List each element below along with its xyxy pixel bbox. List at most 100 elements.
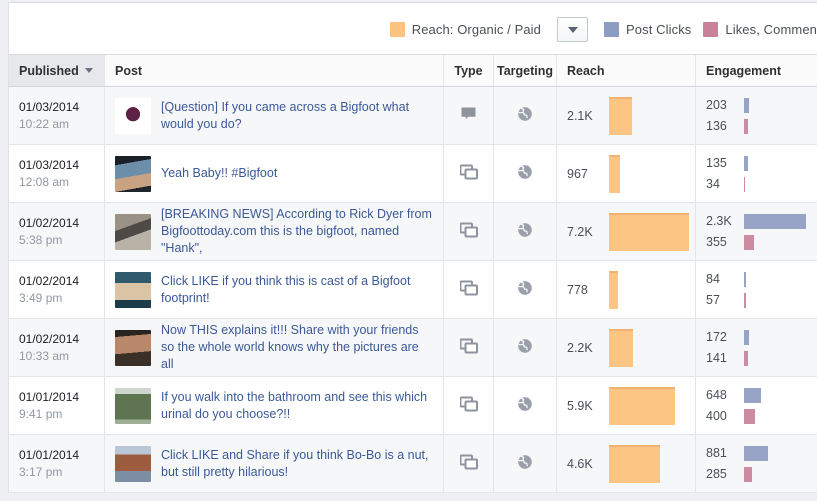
table-row[interactable]: 01/03/2014 10:22 am [Question] If you came… (9, 87, 817, 145)
reach-bar (609, 444, 660, 483)
table-row[interactable]: 01/03/2014 12:08 am Yeah Baby!! #Bigfoot 96… (9, 145, 817, 203)
cell-type (444, 377, 494, 434)
cell-post: Click LIKE if you think this is cast of … (105, 261, 444, 318)
post-date: 01/03/2014 (19, 99, 80, 114)
globe-icon (517, 222, 533, 241)
post-thumbnail[interactable] (115, 97, 151, 134)
column-header-reach[interactable]: Reach (557, 55, 696, 86)
post-date: 01/01/2014 (19, 389, 80, 404)
cell-type (444, 87, 494, 144)
column-header-type-label: Type (454, 63, 483, 78)
cell-reach: 5.9K (557, 377, 696, 434)
column-header-post[interactable]: Post (105, 55, 444, 86)
cell-reach: 2.2K (557, 319, 696, 376)
cell-engagement: 203 136 (696, 87, 817, 144)
reach-bar-area (609, 96, 685, 135)
cell-reach: 2.1K (557, 87, 696, 144)
cell-published: 01/03/2014 10:22 am (9, 87, 105, 144)
likes-comments-bar (744, 176, 745, 192)
photo-post-icon (459, 396, 478, 415)
post-thumbnail[interactable] (115, 213, 151, 250)
post-thumbnail[interactable] (115, 387, 151, 424)
legend-swatch-likes-comments (703, 22, 719, 37)
cell-engagement: 881 285 (696, 435, 817, 492)
post-message-link[interactable]: Click LIKE and Share if you think Bo-Bo … (161, 447, 433, 481)
post-message-link[interactable]: Yeah Baby!! #Bigfoot (161, 165, 277, 182)
table-row[interactable]: 01/01/2014 9:41 pm If you walk into the ba… (9, 377, 817, 435)
post-thumbnail[interactable] (115, 329, 151, 366)
post-clicks-value: 172 (706, 330, 727, 344)
post-message-link[interactable]: If you walk into the bathroom and see th… (161, 389, 433, 423)
engagement-likes-comments-line: 141 (706, 350, 817, 367)
post-clicks-bar (744, 271, 746, 287)
post-time: 5:38 pm (19, 232, 63, 247)
engagement-post-clicks-line: 648 (706, 387, 817, 404)
post-time: 3:49 pm (19, 290, 63, 305)
status-post-icon (460, 106, 477, 125)
legend-item-likes-comments: Likes, Commen (703, 22, 817, 37)
post-date: 01/02/2014 (19, 215, 80, 230)
cell-targeting (494, 261, 557, 318)
cell-targeting (494, 319, 557, 376)
post-time: 10:22 am (19, 116, 70, 131)
cell-published: 01/01/2014 9:41 pm (9, 377, 105, 434)
post-clicks-value: 2.3K (706, 214, 732, 228)
cell-engagement: 2.3K 355 (696, 203, 817, 260)
post-time: 10:33 am (19, 348, 70, 363)
post-message-link[interactable]: Click LIKE if you think this is cast of … (161, 273, 433, 307)
cell-post: [BREAKING NEWS] According to Rick Dyer f… (105, 203, 444, 260)
post-message-link[interactable]: Now THIS explains it!!! Share with your … (161, 322, 433, 373)
cell-engagement: 648 400 (696, 377, 817, 434)
cell-post: Yeah Baby!! #Bigfoot (105, 145, 444, 202)
legend-label-reach: Reach: Organic / Paid (411, 22, 541, 37)
engagement-likes-comments-line: 400 (706, 408, 817, 425)
column-header-published[interactable]: Published (9, 55, 105, 86)
column-header-type[interactable]: Type (444, 55, 494, 86)
post-date: 01/02/2014 (19, 273, 80, 288)
engagement-post-clicks-line: 203 (706, 97, 817, 114)
cell-published: 01/01/2014 3:17 pm (9, 435, 105, 492)
engagement-post-clicks-line: 881 (706, 445, 817, 462)
likes-comments-value: 34 (706, 177, 720, 191)
post-message-link[interactable]: [Question] If you came across a Bigfoot … (161, 99, 433, 133)
engagement-group: 172 141 (706, 329, 817, 367)
column-header-targeting[interactable]: Targeting (494, 55, 557, 86)
engagement-post-clicks-line: 135 (706, 155, 817, 172)
column-header-reach-label: Reach (567, 63, 605, 78)
cell-type (444, 435, 494, 492)
post-thumbnail[interactable] (115, 445, 151, 482)
likes-comments-value: 355 (706, 235, 727, 249)
post-time: 3:17 pm (19, 464, 63, 479)
post-clicks-value: 135 (706, 156, 727, 170)
photo-post-icon (459, 222, 478, 241)
table-row[interactable]: 01/02/2014 10:33 am Now THIS explains it!!… (9, 319, 817, 377)
cell-type (444, 319, 494, 376)
table-row[interactable]: 01/01/2014 3:17 pm Click LIKE and Share if… (9, 435, 817, 493)
reach-value: 778 (567, 282, 588, 297)
reach-bar (609, 386, 675, 425)
reach-bar-area (609, 444, 685, 483)
cell-engagement: 135 34 (696, 145, 817, 202)
facebook-page-posts-table: Reach: Organic / Paid Post Clicks Likes,… (0, 0, 817, 501)
table-row[interactable]: 01/02/2014 5:38 pm [BREAKING NEWS] Accordi… (9, 203, 817, 261)
reach-value: 2.2K (567, 340, 593, 355)
post-thumbnail[interactable] (115, 155, 151, 192)
engagement-post-clicks-line: 84 (706, 271, 817, 288)
photo-post-icon (459, 454, 478, 473)
cell-published: 01/03/2014 12:08 am (9, 145, 105, 202)
post-thumbnail[interactable] (115, 271, 151, 308)
post-message-link[interactable]: [BREAKING NEWS] According to Rick Dyer f… (161, 206, 433, 257)
globe-icon (517, 338, 533, 357)
globe-icon (517, 396, 533, 415)
column-header-engagement[interactable]: Engagement (696, 55, 817, 86)
posts-table: Published Post Type Targeting Reach Enga… (8, 54, 817, 493)
reach-bar (609, 212, 689, 251)
cell-post: Click LIKE and Share if you think Bo-Bo … (105, 435, 444, 492)
engagement-likes-comments-line: 136 (706, 118, 817, 135)
reach-metric-dropdown-button[interactable] (557, 17, 588, 42)
post-clicks-bar (744, 213, 806, 229)
post-date: 01/03/2014 (19, 157, 80, 172)
table-row[interactable]: 01/02/2014 3:49 pm Click LIKE if you think… (9, 261, 817, 319)
post-date: 01/01/2014 (19, 447, 80, 462)
column-header-post-label: Post (115, 63, 143, 78)
